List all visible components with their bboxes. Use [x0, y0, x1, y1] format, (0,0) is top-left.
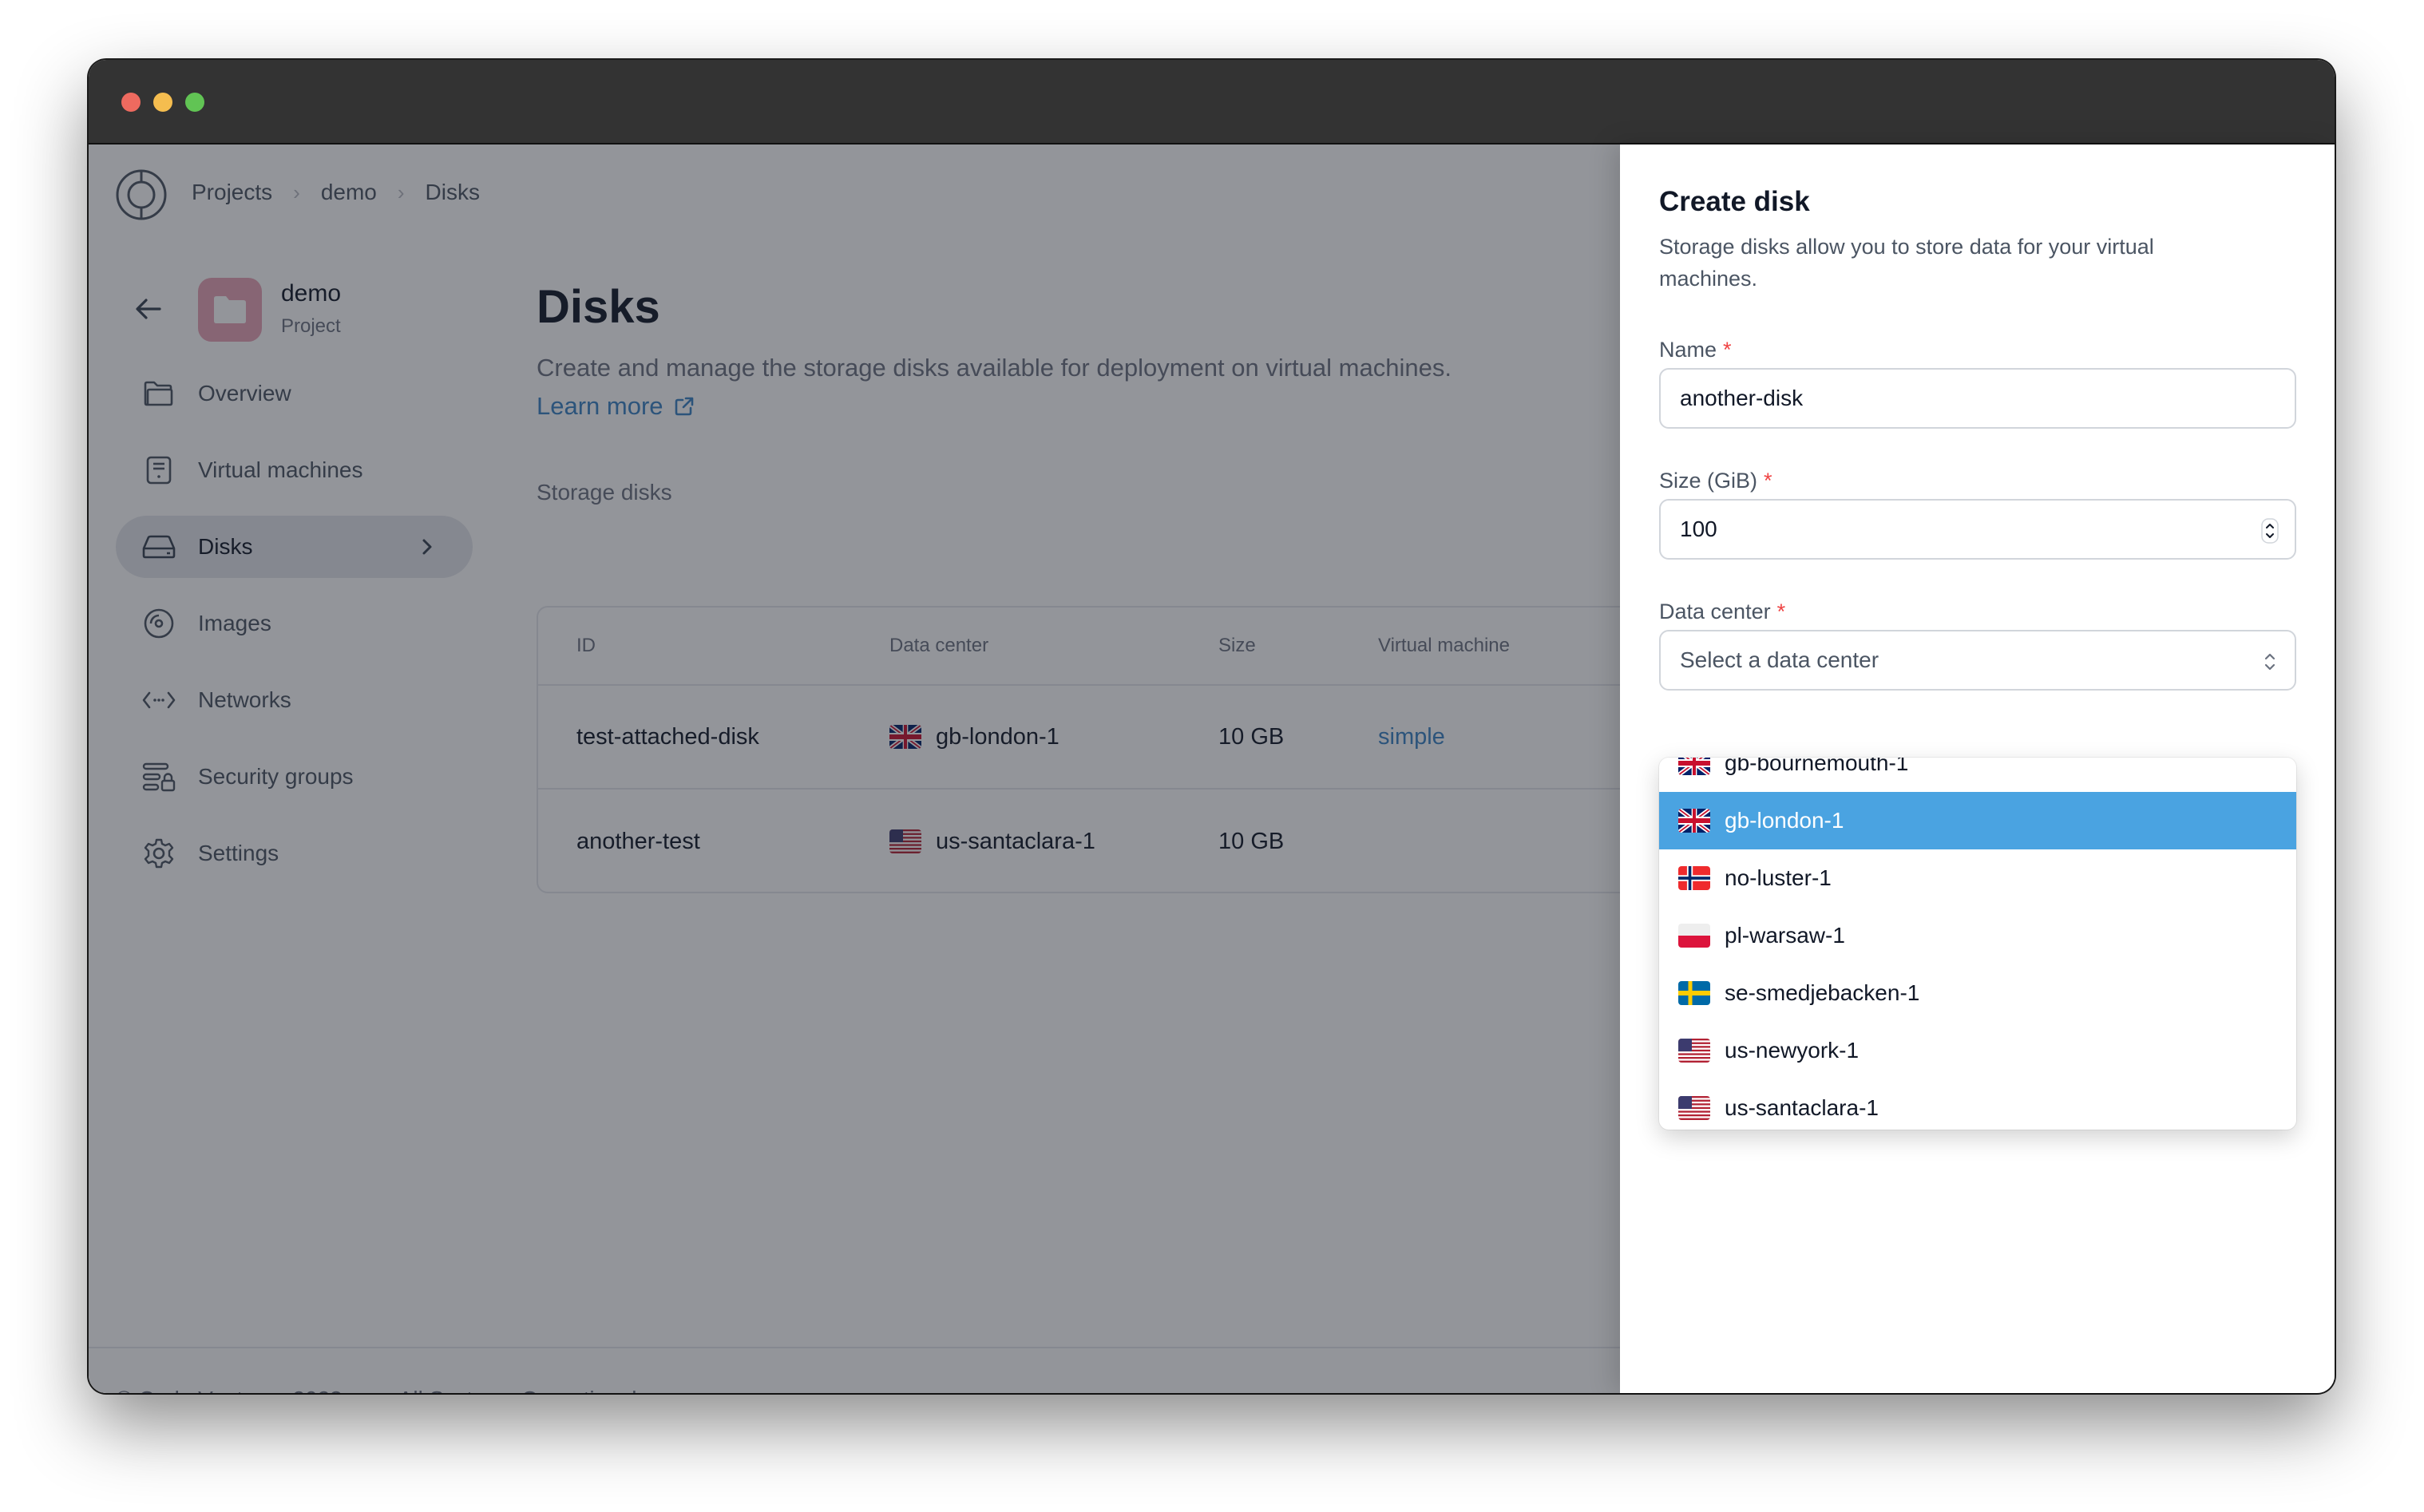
flag-us-icon [1678, 1096, 1710, 1120]
chevron-up-down-icon [2264, 653, 2275, 671]
option-label: gb-london-1 [1725, 808, 1844, 833]
data-center-label: Data center * [1659, 600, 1785, 624]
maximize-window-button[interactable] [185, 93, 204, 112]
required-marker: * [1723, 338, 1732, 362]
option-label: pl-warsaw-1 [1725, 923, 1845, 948]
data-center-dropdown[interactable]: gb-bournemouth-1 gb-london-1 no-luster-1… [1659, 758, 2296, 1130]
minimize-window-button[interactable] [153, 93, 172, 112]
create-disk-panel: Create disk Storage disks allow you to s… [1620, 144, 2335, 1393]
panel-description: Storage disks allow you to store data fo… [1659, 235, 2154, 291]
data-center-placeholder: Select a data center [1680, 647, 1879, 672]
option-us-newyork-1[interactable]: us-newyork-1 [1659, 1022, 2296, 1079]
size-input-value: 100 [1680, 517, 1717, 541]
option-gb-london-1[interactable]: gb-london-1 [1659, 792, 2296, 849]
flag-gb-icon [1678, 758, 1710, 775]
option-label: no-luster-1 [1725, 865, 1832, 890]
option-pl-warsaw-1[interactable]: pl-warsaw-1 [1659, 907, 2296, 964]
flag-no-icon [1678, 866, 1710, 890]
option-label: gb-bournemouth-1 [1725, 758, 1909, 775]
flag-pl-icon [1678, 924, 1710, 948]
app-content: Projects › demo › Disks demo Project Ove… [89, 144, 2335, 1393]
option-label: us-newyork-1 [1725, 1038, 1860, 1063]
option-label: us-santaclara-1 [1725, 1095, 1879, 1120]
required-marker: * [1764, 469, 1772, 493]
flag-us-icon [1678, 1039, 1710, 1063]
required-marker: * [1776, 600, 1786, 623]
name-label: Name * [1659, 338, 1732, 362]
panel-title: Create disk [1659, 186, 1810, 217]
option-gb-bournemouth-1[interactable]: gb-bournemouth-1 [1659, 758, 2296, 792]
flag-gb-icon [1678, 809, 1710, 833]
name-input[interactable]: another-disk [1659, 368, 2296, 429]
data-center-options: gb-bournemouth-1 gb-london-1 no-luster-1… [1659, 758, 2296, 1130]
option-no-luster-1[interactable]: no-luster-1 [1659, 849, 2296, 907]
name-input-value: another-disk [1680, 386, 1804, 410]
option-label: se-smedjebacken-1 [1725, 980, 1920, 1005]
name-label-text: Name [1659, 338, 1717, 362]
close-window-button[interactable] [121, 93, 141, 112]
data-center-label-text: Data center [1659, 600, 1771, 623]
size-label: Size (GiB) * [1659, 469, 1772, 493]
option-us-santaclara-1[interactable]: us-santaclara-1 [1659, 1079, 2296, 1130]
flag-se-icon [1678, 981, 1710, 1005]
size-input[interactable]: 100 [1659, 499, 2296, 560]
app-window: Projects › demo › Disks demo Project Ove… [89, 60, 2335, 1393]
title-bar [89, 60, 2335, 144]
number-stepper-icon[interactable] [2261, 518, 2279, 544]
option-se-smedjebacken-1[interactable]: se-smedjebacken-1 [1659, 964, 2296, 1022]
data-center-select[interactable]: Select a data center [1659, 630, 2296, 691]
size-label-text: Size (GiB) [1659, 469, 1758, 493]
